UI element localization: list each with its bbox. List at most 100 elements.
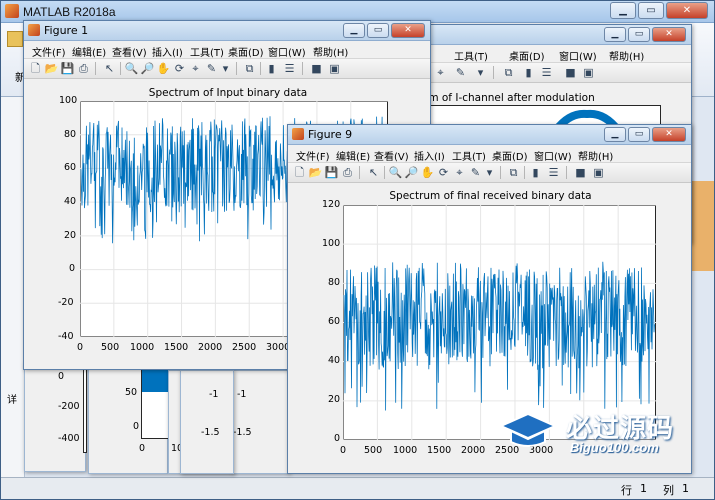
menu-desktop[interactable]: 桌面(D) (492, 148, 528, 163)
zoom-out-icon[interactable]: 🔎 (140, 61, 155, 76)
figure-1-maximize-button[interactable]: ▭ (367, 23, 389, 38)
open-folder-icon[interactable]: 📂 (44, 61, 59, 76)
status-row-label: 行 (621, 484, 632, 497)
save-icon[interactable]: 💾 (324, 165, 339, 180)
open-folder-icon[interactable]: 📂 (308, 165, 323, 180)
menu-help[interactable]: 帮助(H) (578, 148, 613, 163)
figure-1-close-button[interactable]: ✕ (391, 23, 425, 38)
figure-1-minimize-button[interactable]: ▁ (343, 23, 365, 38)
menu-view[interactable]: 查看(V) (112, 44, 147, 59)
menu-insert[interactable]: 插入(I) (414, 148, 445, 163)
fragment-d-area: -1 -1.5 (233, 371, 289, 473)
pointer-icon[interactable]: ↖ (102, 61, 117, 76)
data-cursor-icon[interactable]: ⌖ (433, 65, 448, 80)
figure-9-ytick: 20 (328, 394, 341, 405)
graduation-cap-icon (498, 412, 558, 447)
dropdown-arrow-icon[interactable]: ▾ (482, 165, 497, 180)
colorbar-icon[interactable]: ▮ (528, 165, 543, 180)
menu-file[interactable]: 文件(F) (32, 44, 66, 59)
pointer-icon[interactable]: ↖ (366, 165, 381, 180)
save-icon[interactable]: 💾 (60, 61, 75, 76)
menu-tools[interactable]: 工具(T) (190, 44, 224, 59)
toolbar-separator (260, 62, 261, 75)
show-plot-tools-icon[interactable]: ▣ (591, 165, 606, 180)
figure-1-ytick: 60 (64, 162, 77, 173)
zoom-in-icon[interactable]: 🔍 (388, 165, 403, 180)
figure-fragment-d[interactable]: -1 -1.5 (232, 370, 290, 474)
menu-tools[interactable]: 工具(T) (454, 48, 488, 63)
figure-back-minimize-button[interactable]: ▁ (604, 27, 626, 42)
figure-fragment-b[interactable]: 50 0 0 (88, 362, 169, 474)
colorbar-icon[interactable]: ▮ (521, 65, 536, 80)
brush-icon[interactable]: ✎ (204, 61, 219, 76)
link-icon[interactable]: ⧉ (242, 61, 257, 76)
matlab-logo-icon (5, 4, 19, 18)
print-icon[interactable]: ⎙ (76, 61, 91, 76)
figure-9-maximize-button[interactable]: ▭ (628, 127, 650, 142)
fragment-a-ytick: 0 (58, 371, 65, 382)
menu-desktop[interactable]: 桌面(D) (509, 48, 545, 63)
menu-desktop[interactable]: 桌面(D) (228, 44, 264, 59)
hide-plot-tools-icon[interactable]: ■ (563, 65, 578, 80)
figure-back-close-button[interactable]: ✕ (652, 27, 686, 42)
figure-9-plot-title: Spectrum of final received binary data (389, 190, 592, 202)
legend-icon[interactable]: ☰ (539, 65, 554, 80)
rotate-icon[interactable]: ⟳ (436, 165, 451, 180)
status-bar: 行 1 列 1 (1, 477, 714, 499)
figure-9-minimize-button[interactable]: ▁ (604, 127, 626, 142)
menu-edit[interactable]: 编辑(E) (336, 148, 370, 163)
new-script-icon[interactable] (7, 31, 23, 47)
zoom-in-icon[interactable]: 🔍 (124, 61, 139, 76)
figure-back-menubar: 工具(T) 桌面(D) 窗口(W) 帮助(H) (431, 45, 691, 63)
menu-window[interactable]: 窗口(W) (559, 48, 597, 63)
print-icon[interactable]: ⎙ (340, 165, 355, 180)
new-file-icon[interactable]: 🗋 (28, 61, 43, 76)
figure-fragment-a[interactable]: 0 -200 -400 (24, 362, 87, 472)
brush-icon[interactable]: ✎ (468, 165, 483, 180)
hide-plot-tools-icon[interactable]: ■ (309, 61, 324, 76)
toolbar-separator (566, 166, 567, 179)
figure-back-maximize-button[interactable]: ▭ (628, 27, 650, 42)
pan-hand-icon[interactable]: ✋ (156, 61, 171, 76)
menu-help[interactable]: 帮助(H) (609, 48, 644, 63)
main-minimize-button[interactable]: ▁ (610, 2, 636, 19)
menu-edit[interactable]: 编辑(E) (72, 44, 106, 59)
figure-9-xtick: 1000 (393, 445, 418, 456)
figure-1-xtick: 500 (101, 342, 120, 353)
zoom-out-icon[interactable]: 🔎 (404, 165, 419, 180)
menu-insert[interactable]: 插入(I) (152, 44, 183, 59)
menu-file[interactable]: 文件(F) (296, 148, 330, 163)
legend-icon[interactable]: ☰ (282, 61, 297, 76)
figure-9-toolbar: 🗋 📂 💾 ⎙ ↖ 🔍 🔎 ✋ ⟳ ⌖ ✎ ▾ ⧉ ▮ ☰ ■ ▣ (288, 163, 691, 183)
menu-window[interactable]: 窗口(W) (534, 148, 572, 163)
main-maximize-button[interactable]: ▭ (638, 2, 664, 19)
colorbar-icon[interactable]: ▮ (264, 61, 279, 76)
menu-window[interactable]: 窗口(W) (268, 44, 306, 59)
show-plot-tools-icon[interactable]: ▣ (581, 65, 596, 80)
hide-plot-tools-icon[interactable]: ■ (573, 165, 588, 180)
menu-tools[interactable]: 工具(T) (452, 148, 486, 163)
link-icon[interactable]: ⧉ (506, 165, 521, 180)
dropdown-arrow-icon[interactable]: ▾ (473, 65, 488, 80)
figure-1-ytick: 20 (64, 230, 77, 241)
figure-9-close-button[interactable]: ✕ (652, 127, 686, 142)
rotate-icon[interactable]: ⟳ (172, 61, 187, 76)
fragment-a-area: 0 -200 -400 (25, 363, 87, 471)
figure-9-signal (343, 205, 656, 440)
show-plot-tools-icon[interactable]: ▣ (327, 61, 342, 76)
figure-9-axes[interactable] (343, 205, 656, 440)
brush-icon[interactable]: ✎ (453, 65, 468, 80)
status-row-value: 1 (640, 482, 647, 495)
figure-fragment-e[interactable]: -1 -1.5 (180, 370, 234, 474)
fragment-b-area: 50 0 0 (89, 363, 169, 473)
legend-icon[interactable]: ☰ (546, 165, 561, 180)
dropdown-arrow-icon[interactable]: ▾ (218, 61, 233, 76)
menu-help[interactable]: 帮助(H) (313, 44, 348, 59)
pan-hand-icon[interactable]: ✋ (420, 165, 435, 180)
data-cursor-icon[interactable]: ⌖ (452, 165, 467, 180)
new-file-icon[interactable]: 🗋 (292, 165, 307, 180)
data-cursor-icon[interactable]: ⌖ (188, 61, 203, 76)
link-icon[interactable]: ⧉ (501, 65, 516, 80)
main-close-button[interactable]: ✕ (666, 2, 708, 19)
menu-view[interactable]: 查看(V) (374, 148, 409, 163)
